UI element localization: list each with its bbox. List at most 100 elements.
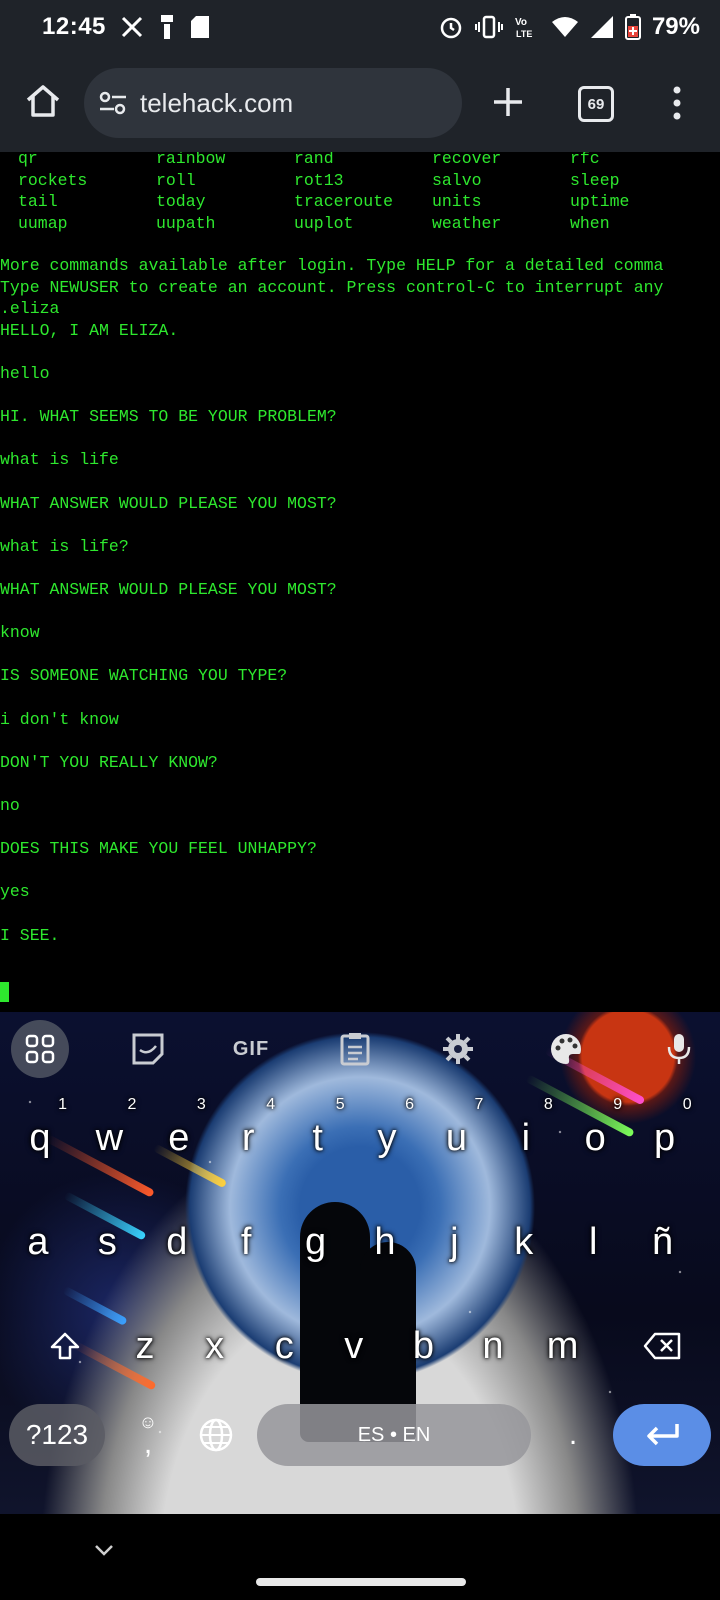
key-row3-6[interactable]: m (530, 1302, 596, 1390)
key-3[interactable]: r4 (215, 1094, 281, 1182)
site-settings-icon[interactable] (98, 90, 128, 116)
signal-icon (590, 16, 613, 38)
key-row2-4[interactable]: g (283, 1198, 349, 1286)
shift-key[interactable] (30, 1302, 100, 1390)
status-left-icons (120, 12, 210, 42)
x-app-icon (121, 16, 143, 38)
key-row2-0[interactable]: a (5, 1198, 71, 1286)
key-0[interactable]: q1 (7, 1094, 73, 1182)
key-6[interactable]: u7 (423, 1094, 489, 1182)
tab-switcher-button[interactable]: 69 (578, 86, 614, 122)
enter-key[interactable] (613, 1404, 711, 1466)
key-7[interactable]: i8 (493, 1094, 559, 1182)
hide-keyboard-button[interactable] (90, 1536, 118, 1564)
theme-palette-icon (551, 1034, 581, 1064)
address-bar[interactable]: telehack.com (84, 68, 462, 138)
period-key[interactable]: . (548, 1404, 598, 1466)
overflow-menu-button[interactable] (664, 84, 690, 122)
status-right-icons: Vo LTE 79% (438, 12, 700, 42)
gif-icon: GIF (232, 1037, 270, 1060)
home-button[interactable] (20, 78, 66, 124)
new-tab-button[interactable] (486, 80, 530, 124)
voice-input-button[interactable] (650, 1020, 708, 1078)
key-row2-2[interactable]: d (144, 1198, 210, 1286)
enter-icon (647, 1424, 679, 1446)
battery-percent: 79% (651, 13, 700, 40)
terminal-line: DOES THIS MAKE YOU FEEL UNHAPPY? (0, 839, 317, 859)
alarm-icon (440, 17, 462, 39)
svg-text:LTE: LTE (516, 29, 532, 39)
terminal-output[interactable]: qr rainbow rand recover rfc rockets roll rot13 s… (0, 152, 720, 1012)
plus-icon (494, 88, 522, 116)
apps-grid-icon (25, 1034, 55, 1064)
key-row2-1[interactable]: s (74, 1198, 140, 1286)
apps-grid-button[interactable] (11, 1020, 69, 1078)
symbols-key[interactable]: ?123 (9, 1404, 105, 1466)
settings-gear-icon (443, 1034, 473, 1064)
settings-button[interactable] (429, 1020, 487, 1078)
key-row3-4[interactable]: b (390, 1302, 456, 1390)
shift-icon (50, 1332, 80, 1360)
gesture-handle[interactable] (256, 1578, 466, 1586)
key-row3-3[interactable]: v (321, 1302, 387, 1390)
language-key[interactable] (190, 1404, 242, 1466)
key-8[interactable]: o9 (562, 1094, 628, 1182)
command-item: units (432, 192, 482, 212)
key-label: e (168, 1116, 190, 1159)
key-row3-0[interactable]: z (112, 1302, 178, 1390)
backspace-key[interactable] (622, 1302, 702, 1390)
key-label: t (312, 1116, 323, 1159)
key-row2-8[interactable]: l (560, 1198, 626, 1286)
key-1[interactable]: w2 (76, 1094, 142, 1182)
command-item: rockets (18, 170, 88, 190)
clipboard-button[interactable] (326, 1020, 384, 1078)
key-row3-2[interactable]: c (251, 1302, 317, 1390)
terminal-line: i don't know (0, 709, 119, 729)
navigation-bar (0, 1514, 720, 1600)
terminal-line: IS SOMEONE WATCHING YOU TYPE? (0, 666, 288, 686)
key-row2-3[interactable]: f (213, 1198, 279, 1286)
key-hint: 2 (127, 1096, 137, 1113)
key-hint: 9 (613, 1096, 623, 1113)
key-hint: 5 (335, 1096, 345, 1113)
key-label: i (521, 1116, 531, 1159)
terminal-line: know (0, 623, 40, 643)
key-row2-7[interactable]: k (491, 1198, 557, 1286)
key-hint: 6 (405, 1096, 414, 1113)
browser-toolbar: telehack.com 69 (0, 56, 720, 154)
space-bar[interactable]: ES • EN (257, 1404, 531, 1466)
terminal-line: Type NEWUSER to create an account. Press… (0, 277, 664, 297)
key-5[interactable]: y6 (354, 1094, 420, 1182)
terminal-line: yes (0, 882, 30, 902)
vibrate-icon (474, 15, 503, 39)
key-hint: 8 (543, 1096, 553, 1113)
command-item: weather (432, 213, 502, 233)
key-label: p (654, 1116, 676, 1159)
comma-emoji-key[interactable]: ☺ , (124, 1400, 172, 1470)
key-label: u (445, 1116, 467, 1159)
command-item: uumap (18, 213, 68, 233)
key-row3-1[interactable]: x (182, 1302, 248, 1390)
command-item: traceroute (294, 192, 394, 212)
gif-button[interactable]: GIF (222, 1020, 280, 1078)
command-item: rot13 (294, 170, 344, 190)
terminal-line: More commands available after login. Typ… (0, 256, 664, 275)
command-item: salvo (432, 170, 482, 190)
key-hint: 1 (58, 1096, 67, 1113)
key-label: o (584, 1116, 606, 1159)
terminal-line: HELLO, I AM ELIZA. (0, 320, 179, 340)
key-9[interactable]: p0 (632, 1094, 698, 1182)
globe-icon (199, 1418, 233, 1452)
key-row3-5[interactable]: n (460, 1302, 526, 1390)
key-row2-6[interactable]: j (421, 1198, 487, 1286)
key-2[interactable]: e3 (146, 1094, 212, 1182)
theme-button[interactable] (537, 1020, 595, 1078)
url-text[interactable]: telehack.com (140, 88, 293, 119)
terminal-line: WHAT ANSWER WOULD PLEASE YOU MOST? (0, 493, 337, 513)
terminal-line: hello (0, 364, 50, 383)
key-row2-5[interactable]: h (352, 1198, 418, 1286)
key-hint: 7 (474, 1096, 484, 1113)
sticker-button[interactable] (119, 1020, 177, 1078)
key-row2-9[interactable]: ñ (630, 1198, 696, 1286)
key-4[interactable]: t5 (285, 1094, 351, 1182)
